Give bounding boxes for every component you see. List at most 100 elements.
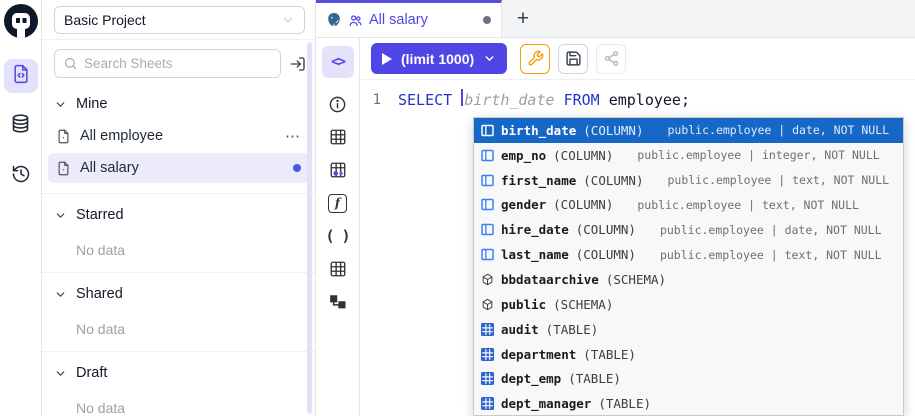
autocomplete-item[interactable]: audit (TABLE) <box>474 317 903 342</box>
chevron-down-icon <box>54 367 67 380</box>
share-sheet-button[interactable] <box>596 44 626 74</box>
history-icon <box>11 164 31 189</box>
panel-views-button[interactable] <box>322 253 354 285</box>
collapse-sidebar-icon[interactable] <box>289 55 307 73</box>
postgresql-icon <box>326 12 342 28</box>
line-number: 1 <box>360 89 398 111</box>
ghost-suggestion: birth_date <box>464 89 554 111</box>
sheet-code-icon <box>11 64 31 89</box>
sql-editor-app: Basic Project <box>0 0 915 416</box>
autocomplete-item[interactable]: first_name (COLUMN) public.employee | te… <box>474 168 903 193</box>
item-kind: (SCHEMA) <box>606 272 666 287</box>
save-sheet-button[interactable] <box>558 44 588 74</box>
left-rail <box>0 0 42 416</box>
item-detail: public.employee | date, NOT NULL <box>660 223 882 237</box>
section-shared: Shared No data <box>42 272 315 351</box>
panel-functions-button[interactable]: f <box>322 187 354 219</box>
item-name: gender <box>501 197 546 212</box>
section-label: Shared <box>76 286 123 302</box>
panel-tables-button[interactable] <box>322 121 354 153</box>
column-icon <box>481 198 494 211</box>
column-icon <box>481 174 494 187</box>
save-icon <box>565 50 582 67</box>
panel-info-button[interactable] <box>322 88 354 120</box>
autocomplete-item[interactable]: emp_no (COLUMN) public.employee | intege… <box>474 143 903 168</box>
chevron-down-icon <box>54 288 67 301</box>
autocomplete-item[interactable]: department (TABLE) <box>474 342 903 367</box>
section-header-mine[interactable]: Mine <box>42 87 315 119</box>
unsaved-dot <box>483 16 491 24</box>
item-kind: (TABLE) <box>583 347 636 362</box>
item-kind: (COLUMN) <box>583 173 643 188</box>
item-name: dept_manager <box>501 396 591 411</box>
item-detail: public.employee | integer, NOT NULL <box>637 148 879 162</box>
schema-icon <box>481 273 494 286</box>
column-icon <box>481 149 494 162</box>
column-icon <box>481 223 494 236</box>
autocomplete-item[interactable]: gender (COLUMN) public.employee | text, … <box>474 193 903 218</box>
search-box[interactable] <box>54 49 281 78</box>
project-row: Basic Project <box>42 0 315 40</box>
autocomplete-item[interactable]: hire_date (COLUMN) public.employee | dat… <box>474 217 903 242</box>
autocomplete-item[interactable]: public (SCHEMA) <box>474 292 903 317</box>
item-name: last_name <box>501 247 569 262</box>
item-kind: (COLUMN) <box>576 222 636 237</box>
autocomplete-item[interactable]: dept_emp (TABLE) <box>474 366 903 391</box>
empty-state: No data <box>42 309 315 343</box>
share-icon <box>603 50 620 67</box>
rail-item-history[interactable] <box>4 159 38 193</box>
shared-tab-icon <box>348 13 363 28</box>
rail-item-worksheets[interactable] <box>4 59 38 93</box>
app-logo[interactable] <box>4 4 38 43</box>
empty-state: No data <box>42 388 315 416</box>
item-kind: (COLUMN) <box>553 197 613 212</box>
project-select[interactable]: Basic Project <box>54 6 305 34</box>
editor-toolbar: (limit 1000) <box>360 38 915 80</box>
sheet-label: All employee <box>80 128 163 144</box>
section-header-shared[interactable]: Shared <box>42 277 315 309</box>
sidebar-scrollbar[interactable] <box>307 42 312 414</box>
search-input[interactable] <box>84 56 272 71</box>
chevron-down-icon[interactable] <box>483 52 496 65</box>
panel-schema-diagram-button[interactable] <box>322 286 354 318</box>
tab-all-salary[interactable]: All salary <box>316 0 502 37</box>
autocomplete-item[interactable]: birth_date (COLUMN) public.employee | da… <box>474 118 903 143</box>
panel-code-button[interactable]: <> <box>322 46 354 78</box>
new-tab-button[interactable]: + <box>502 0 544 37</box>
autocomplete-item[interactable]: dept_manager (TABLE) <box>474 391 903 416</box>
database-icon <box>10 113 31 139</box>
item-name: bbdataarchive <box>501 272 599 287</box>
play-icon <box>382 53 392 65</box>
section-header-starred[interactable]: Starred <box>42 198 315 230</box>
sheet-menu-button[interactable]: ⋯ <box>285 127 301 145</box>
autocomplete-item[interactable]: last_name (COLUMN) public.employee | tex… <box>474 242 903 267</box>
panel-procedures-button[interactable]: ( ) <box>322 220 354 252</box>
column-icon <box>481 248 494 261</box>
panel-masked-table-button[interactable] <box>322 154 354 186</box>
editor-icon-strip: <> f <box>316 38 360 416</box>
autocomplete-popup: birth_date (COLUMN) public.employee | da… <box>473 117 904 416</box>
item-kind: (COLUMN) <box>553 148 613 163</box>
item-detail: public.employee | text, NOT NULL <box>667 173 889 187</box>
sheet-label: All salary <box>80 160 139 176</box>
sheet-item-all-employee[interactable]: All employee ⋯ <box>48 121 309 151</box>
sheet-item-all-salary[interactable]: All salary <box>48 153 309 183</box>
admin-mode-button[interactable] <box>520 44 550 74</box>
section-header-draft[interactable]: Draft <box>42 356 315 388</box>
wrench-icon <box>527 50 544 67</box>
active-sheet-dot <box>293 164 301 172</box>
item-name: emp_no <box>501 148 546 163</box>
table-icon <box>481 397 494 410</box>
item-kind: (COLUMN) <box>576 247 636 262</box>
table-icon <box>481 372 494 385</box>
project-select-value: Basic Project <box>64 12 146 28</box>
sheet-icon <box>56 129 71 144</box>
rail-item-databases[interactable] <box>4 109 38 143</box>
sheet-icon <box>56 161 71 176</box>
item-name: birth_date <box>501 123 576 138</box>
item-detail: public.employee | text, NOT NULL <box>660 248 882 262</box>
autocomplete-item[interactable]: bbdataarchive (SCHEMA) <box>474 267 903 292</box>
section-label: Mine <box>76 96 107 112</box>
item-kind: (TABLE) <box>598 396 651 411</box>
run-query-button[interactable]: (limit 1000) <box>371 43 507 74</box>
